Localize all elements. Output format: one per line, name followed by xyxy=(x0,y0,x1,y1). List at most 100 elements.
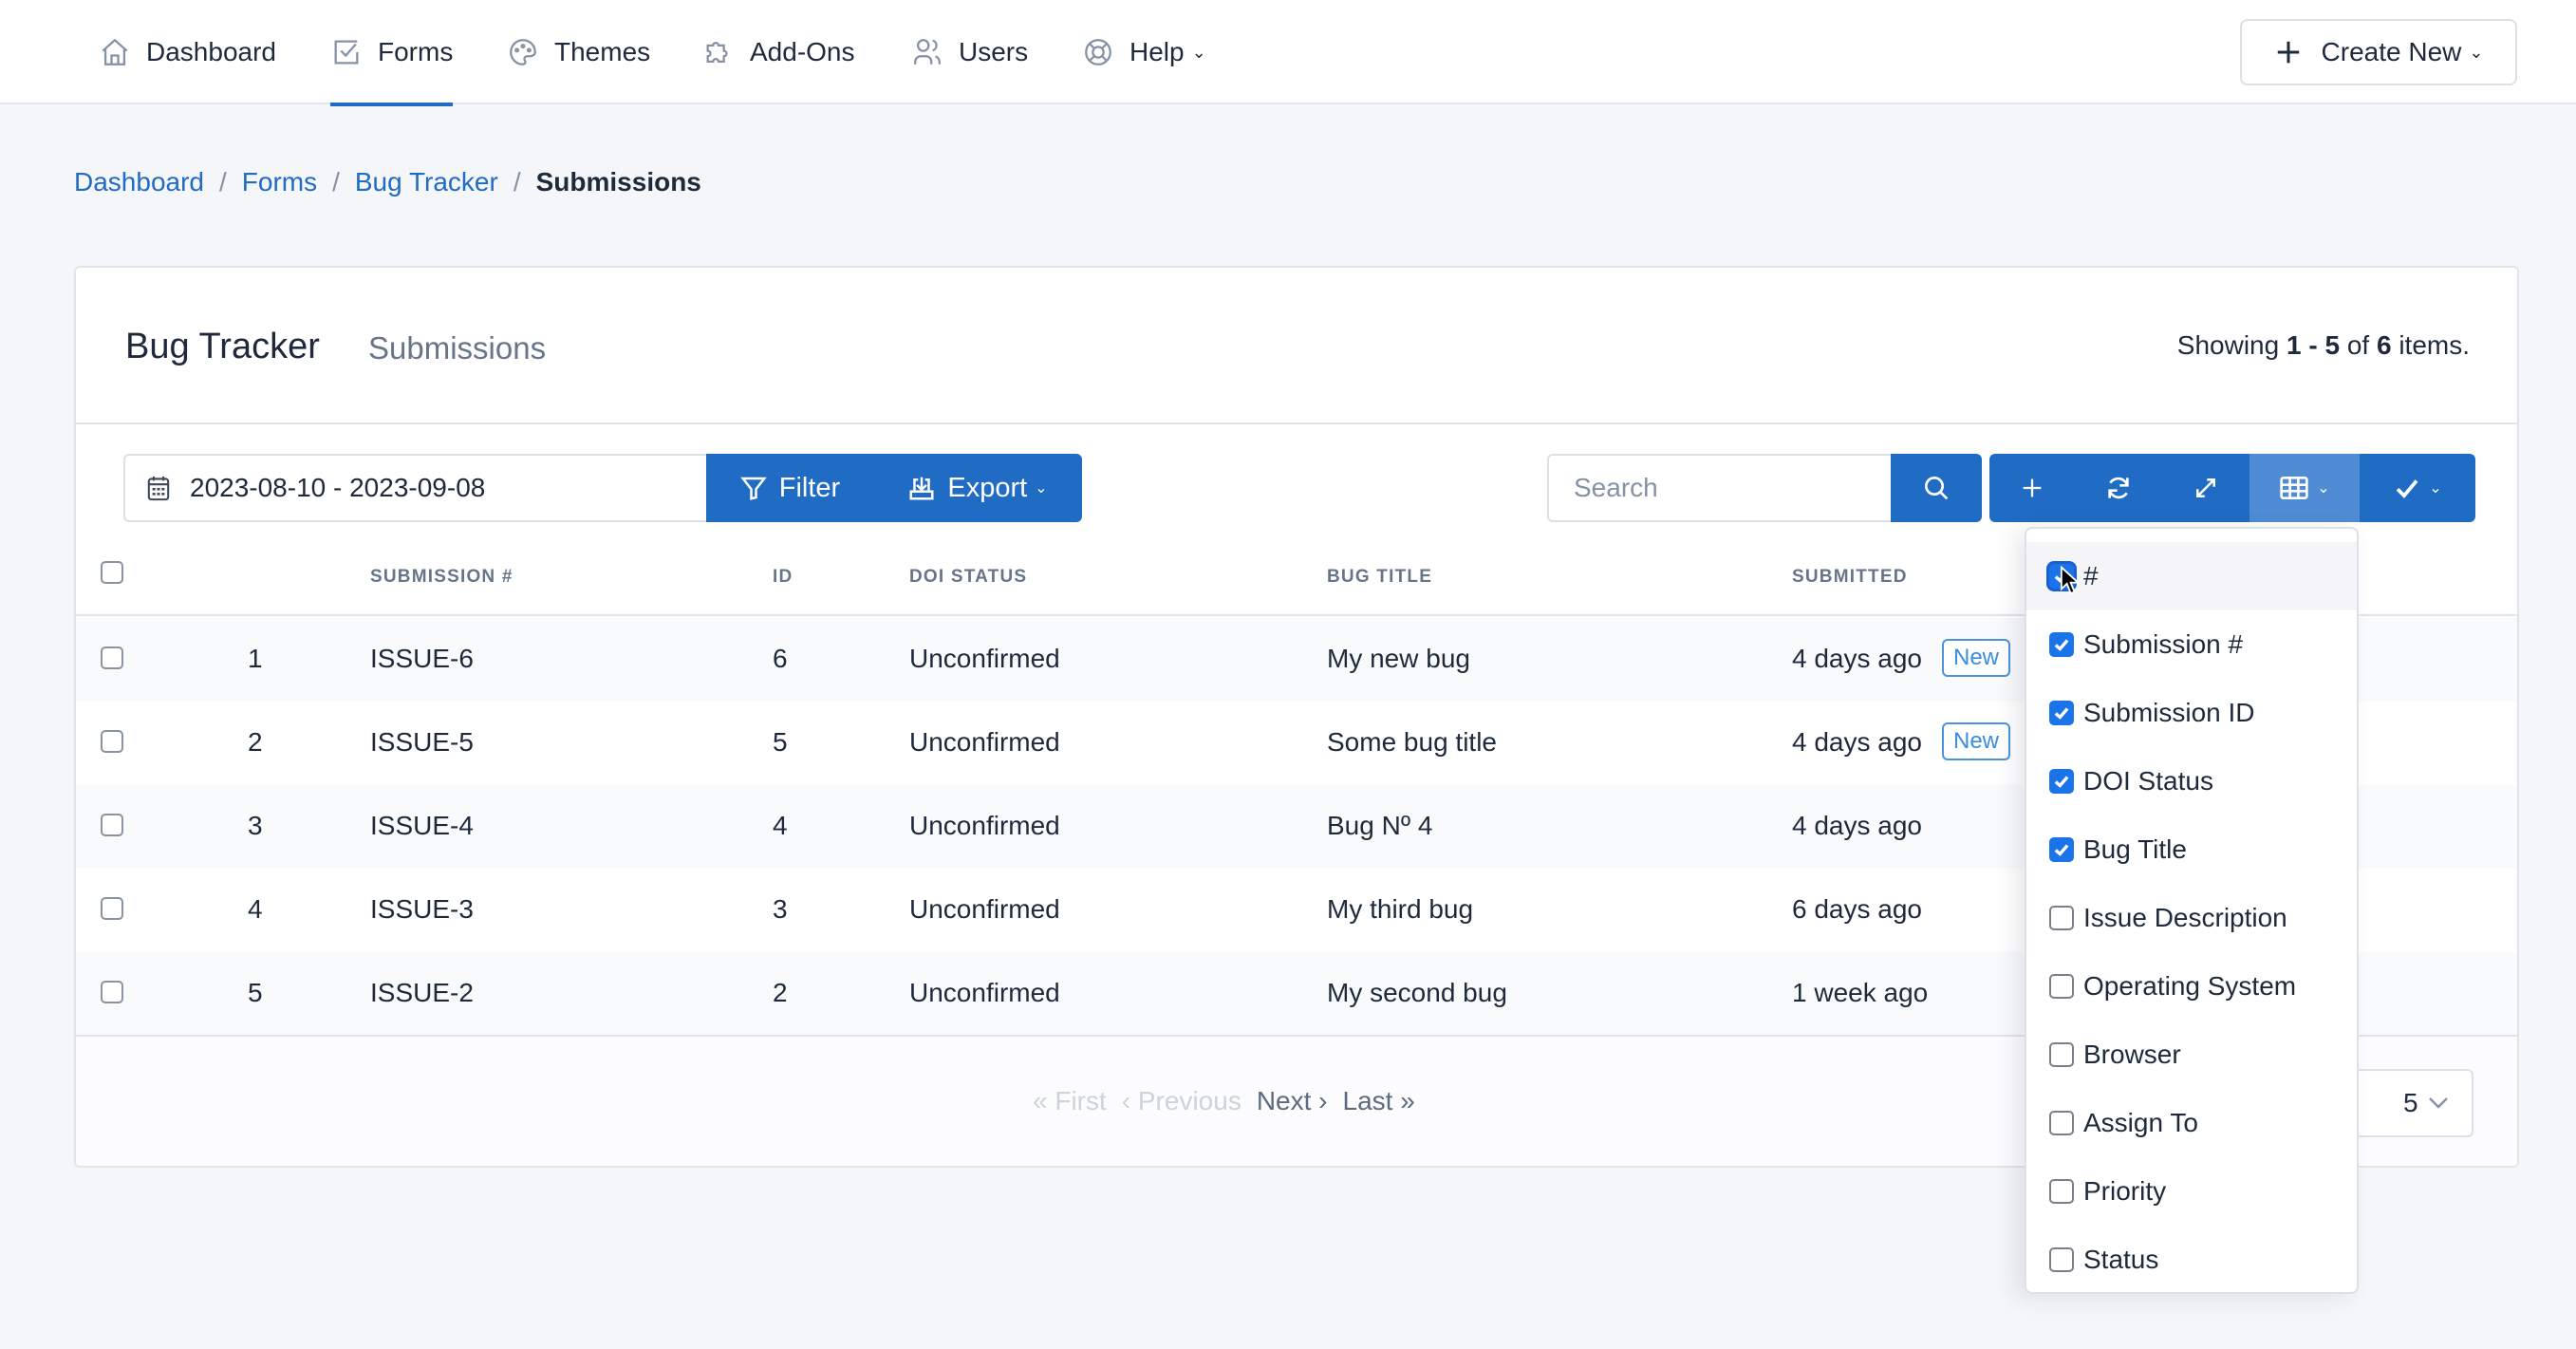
row-checkbox[interactable] xyxy=(101,897,123,920)
column-option-checkbox[interactable] xyxy=(2049,837,2074,862)
column-header-bug-title[interactable]: Bug Title xyxy=(1327,567,1432,588)
row-checkbox[interactable] xyxy=(101,730,123,753)
summary-to: 5 xyxy=(2324,330,2341,360)
nav-item-dashboard[interactable]: Dashboard xyxy=(99,0,276,104)
cell-row-number: 3 xyxy=(248,811,263,840)
filter-icon xyxy=(739,477,767,500)
cell-id: 6 xyxy=(773,644,788,673)
breadcrumb-bug-tracker[interactable]: Bug Tracker xyxy=(355,167,498,197)
cell-doi-status: Unconfirmed xyxy=(909,727,1060,757)
filter-button[interactable]: Filter xyxy=(706,454,873,522)
breadcrumb-separator: / xyxy=(513,167,521,197)
cell-submission-number: ISSUE-5 xyxy=(370,727,474,757)
cell-submitted: 4 days ago xyxy=(1792,644,1922,673)
bulk-actions-button[interactable]: ⌄ xyxy=(2360,454,2475,522)
search-button[interactable] xyxy=(1891,454,1982,522)
column-option-checkbox[interactable] xyxy=(2049,1042,2074,1067)
column-header-submission-number[interactable]: Submission # xyxy=(370,567,513,588)
fullscreen-button[interactable] xyxy=(2162,454,2249,522)
column-header-submitted[interactable]: Submitted xyxy=(1792,567,1908,588)
column-option[interactable]: Submission # xyxy=(2026,610,2357,679)
check-icon xyxy=(2054,844,2069,856)
column-header-id[interactable]: ID xyxy=(773,567,793,588)
date-range-picker[interactable]: 2023-08-10 - 2023-09-08 xyxy=(123,454,708,522)
chevron-down-icon: ⌄ xyxy=(1035,480,1048,497)
summary-total: 6 xyxy=(2376,330,2392,360)
breadcrumb-separator: / xyxy=(332,167,340,197)
search-input[interactable] xyxy=(1547,454,1895,522)
export-button[interactable]: Export ⌄ xyxy=(873,454,1082,522)
column-option-label: Assign To xyxy=(2083,1108,2198,1137)
column-option-label: Submission ID xyxy=(2083,698,2255,727)
chevron-down-icon: ⌄ xyxy=(2469,42,2484,62)
breadcrumb-forms[interactable]: Forms xyxy=(242,167,317,197)
nav-item-themes[interactable]: Themes xyxy=(507,0,650,104)
column-option[interactable]: Issue Description xyxy=(2026,884,2357,952)
add-submission-button[interactable] xyxy=(1989,454,2075,522)
row-checkbox[interactable] xyxy=(101,646,123,669)
column-option[interactable]: DOI Status xyxy=(2026,747,2357,815)
cell-row-number: 4 xyxy=(248,894,263,924)
pagination-last[interactable]: Last » xyxy=(1343,1086,1415,1116)
plus-icon xyxy=(2023,478,2042,497)
column-option-label: Priority xyxy=(2083,1176,2167,1206)
column-option[interactable]: Status xyxy=(2026,1226,2357,1294)
nav-item-help[interactable]: Help ⌄ xyxy=(1082,0,1206,104)
breadcrumb: Dashboard / Forms / Bug Tracker / Submis… xyxy=(74,167,701,197)
column-option-label: Submission # xyxy=(2083,629,2244,659)
top-navbar: Dashboard Forms Themes Add-Ons Users Hel… xyxy=(0,0,2576,106)
summary-suffix: items. xyxy=(2399,330,2470,360)
row-checkbox[interactable] xyxy=(101,814,123,836)
column-option[interactable]: Bug Title xyxy=(2026,815,2357,884)
summary-prefix: Showing xyxy=(2176,330,2280,360)
users-icon xyxy=(914,39,941,65)
date-range-value: 2023-08-10 - 2023-09-08 xyxy=(190,473,486,502)
column-option-checkbox[interactable] xyxy=(2049,701,2074,725)
column-option-checkbox[interactable] xyxy=(2049,632,2074,657)
cell-submission-number: ISSUE-6 xyxy=(370,644,474,673)
columns-toggle-button[interactable]: ⌄ xyxy=(2249,454,2360,522)
chevron-down-icon: ⌄ xyxy=(1191,42,1206,62)
nav-item-users[interactable]: Users xyxy=(911,0,1028,104)
column-option[interactable]: Operating System xyxy=(2026,952,2357,1021)
palette-icon xyxy=(510,39,536,66)
column-option[interactable]: Assign To xyxy=(2026,1089,2357,1157)
cell-bug-title: My third bug xyxy=(1327,894,1474,924)
column-option-checkbox[interactable] xyxy=(2049,769,2074,794)
column-option-checkbox[interactable] xyxy=(2049,1111,2074,1135)
column-option-label: DOI Status xyxy=(2083,766,2213,796)
refresh-button[interactable] xyxy=(2075,454,2162,522)
column-option[interactable]: Browser xyxy=(2026,1021,2357,1089)
summary-of: of xyxy=(2346,330,2370,360)
nav-item-add-ons[interactable]: Add-Ons xyxy=(702,0,855,104)
cell-submitted: 1 week ago xyxy=(1792,978,1929,1007)
cell-submitted: 4 days ago xyxy=(1792,811,1922,840)
breadcrumb-dashboard[interactable]: Dashboard xyxy=(74,167,204,197)
lifebuoy-icon xyxy=(1085,39,1111,66)
page-size-value: 5 xyxy=(2403,1088,2418,1117)
column-option[interactable]: Priority xyxy=(2026,1157,2357,1226)
select-all-checkbox[interactable] xyxy=(101,561,123,584)
column-option-checkbox[interactable] xyxy=(2049,974,2074,999)
nav-label: Themes xyxy=(554,37,651,66)
create-new-button[interactable]: Create New ⌄ xyxy=(2240,19,2517,85)
column-option-label: # xyxy=(2083,561,2099,590)
cell-submission-number: ISSUE-2 xyxy=(370,978,474,1007)
cell-id: 5 xyxy=(773,727,788,757)
cell-doi-status: Unconfirmed xyxy=(909,644,1060,673)
search-icon xyxy=(1925,477,1949,500)
column-option-checkbox[interactable] xyxy=(2049,1247,2074,1272)
mouse-cursor-icon xyxy=(2060,566,2081,595)
column-header-doi-status[interactable]: DOI Status xyxy=(909,567,1027,588)
calendar-icon xyxy=(147,476,170,501)
column-option[interactable]: Submission ID xyxy=(2026,679,2357,747)
column-option-checkbox[interactable] xyxy=(2049,906,2074,930)
cell-doi-status: Unconfirmed xyxy=(909,811,1060,840)
column-option-checkbox[interactable] xyxy=(2049,1179,2074,1204)
cell-doi-status: Unconfirmed xyxy=(909,894,1060,924)
nav-item-forms[interactable]: Forms xyxy=(330,0,454,106)
expand-icon xyxy=(2196,478,2215,497)
row-checkbox[interactable] xyxy=(101,981,123,1003)
nav-label: Help xyxy=(1129,37,1185,66)
pagination-next[interactable]: Next › xyxy=(1257,1086,1328,1116)
